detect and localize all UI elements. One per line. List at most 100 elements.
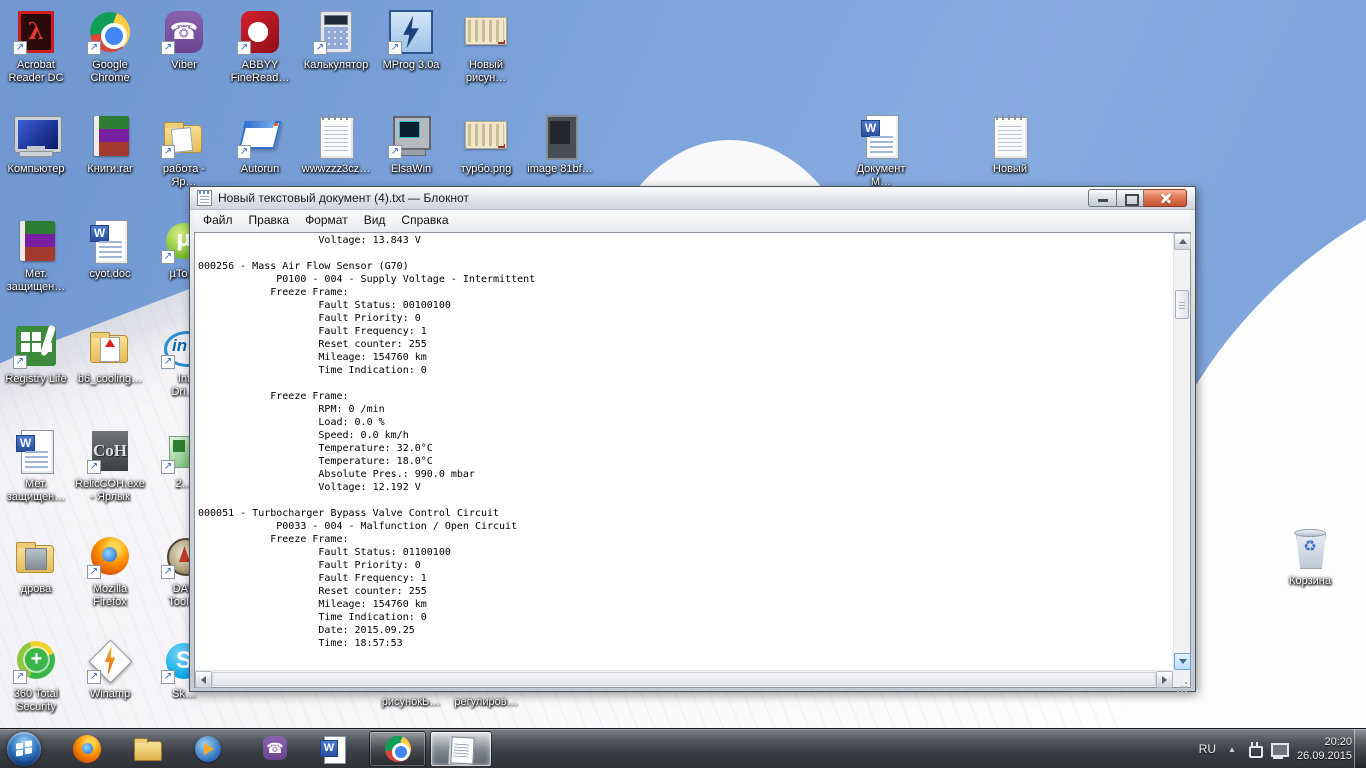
- show-desktop-button[interactable]: [1354, 729, 1366, 768]
- app-icon: [12, 322, 60, 370]
- desktop-icon-acrobat-reader[interactable]: Acrobat Reader DC: [0, 8, 72, 85]
- app-icon: [312, 8, 360, 56]
- desktop-icon-viber[interactable]: Viber: [148, 8, 220, 72]
- app-icon: [312, 112, 360, 160]
- desktop-icon-registry-life[interactable]: Registry Life: [0, 322, 72, 386]
- taskbar-word[interactable]: [313, 731, 353, 767]
- desktop-icon-elsawin[interactable]: ElsaWin: [375, 112, 447, 176]
- desktop-icon-mozilla-firefox[interactable]: Mozilla Firefox: [74, 532, 146, 609]
- taskbar-notepad[interactable]: [430, 731, 492, 767]
- start-button[interactable]: [5, 731, 43, 767]
- taskbar-viber[interactable]: [255, 731, 295, 767]
- app-icon: [12, 8, 60, 56]
- menu-item[interactable]: Формат: [297, 211, 356, 229]
- desktop-icon-label: Новый: [993, 163, 1027, 176]
- clock[interactable]: 20:20 26.09.2015: [1297, 735, 1352, 763]
- taskbar-app-icon: [132, 734, 162, 764]
- desktop-icon-label: Калькулятор: [304, 59, 368, 72]
- window-title: Новый текстовый документ (4).txt — Блокн…: [218, 191, 469, 205]
- app-icon: [387, 112, 435, 160]
- desktop-icon-knigi-rar[interactable]: Книги.rar: [74, 112, 146, 176]
- desktop-icon-calculator[interactable]: Калькулятор: [300, 8, 372, 72]
- network-icon[interactable]: [1271, 742, 1287, 756]
- shortcut-arrow-icon: [161, 460, 175, 474]
- language-indicator[interactable]: RU: [1199, 742, 1216, 756]
- desktop-icon-abbyy-finereader[interactable]: ABBYY FineRead…: [224, 8, 296, 85]
- taskbar-chrome[interactable]: [369, 731, 426, 767]
- taskbar-app-icon: [318, 734, 348, 764]
- menu-item[interactable]: Файл: [195, 211, 241, 229]
- tray-time: 20:20: [1324, 736, 1352, 748]
- menu-item[interactable]: Вид: [356, 211, 394, 229]
- desktop-icon-label: Acrobat Reader DC: [8, 59, 63, 85]
- shortcut-arrow-icon: [87, 460, 101, 474]
- shortcut-arrow-icon: [87, 670, 101, 684]
- desktop-icon-dokument[interactable]: Документ М…: [845, 112, 917, 189]
- close-button[interactable]: [1144, 189, 1187, 207]
- taskbar-explorer[interactable]: [127, 731, 167, 767]
- minimize-button[interactable]: [1088, 189, 1117, 207]
- desktop-icon-label: cyot.doc: [90, 268, 131, 281]
- app-icon: [462, 8, 510, 56]
- desktop-icon-new-picture[interactable]: Новый рисун…: [450, 8, 522, 85]
- desktop-icon-b6-cooling[interactable]: b6_cooling…: [74, 322, 146, 386]
- shortcut-arrow-icon: [13, 670, 27, 684]
- desktop-icon-label: 360 Total Security: [14, 688, 58, 714]
- notepad-text[interactable]: Voltage: 13.843 V 000256 - Mass Air Flow…: [195, 233, 1173, 670]
- menu-item[interactable]: Правка: [241, 211, 298, 229]
- desktop-icon-computer[interactable]: Компьютер: [0, 112, 72, 176]
- menu-item[interactable]: Справка: [393, 211, 456, 229]
- horizontal-scrollbar[interactable]: [195, 670, 1173, 687]
- desktop-icon-reliccoh[interactable]: RelicCOH.exe - Ярлык: [74, 427, 146, 504]
- system-tray: RU ▲ 20:20 26.09.2015: [1199, 729, 1352, 768]
- desktop-icon-rabota[interactable]: работа - Яр…: [148, 112, 220, 189]
- taskbar-app-icon: [193, 734, 223, 764]
- notepad-app-icon: [197, 190, 212, 206]
- power-plug-icon[interactable]: [1248, 742, 1261, 756]
- desktop-icon-turbo-png[interactable]: турбо.png: [450, 112, 522, 176]
- app-icon: [12, 112, 60, 160]
- desktop-icon-autorun[interactable]: Autorun: [224, 112, 296, 176]
- desktop-icon-novy-txt[interactable]: Новый: [974, 112, 1046, 176]
- shortcut-arrow-icon: [161, 565, 175, 579]
- app-icon: [86, 8, 134, 56]
- up-arrow-icon: [1179, 239, 1187, 244]
- scroll-right-button[interactable]: [1156, 671, 1173, 688]
- vertical-scroll-thumb[interactable]: [1175, 290, 1189, 319]
- desktop-icon-google-chrome[interactable]: Google Chrome: [74, 8, 146, 85]
- desktop-icon-drova[interactable]: дрова: [0, 532, 72, 596]
- desktop-icon-met-zashchishchen-rar[interactable]: Мет. защищен…: [0, 217, 72, 294]
- taskbar-media-player[interactable]: [188, 731, 228, 767]
- desktop-icon-met-zashchishchen-doc[interactable]: Мет. защищен…: [0, 427, 72, 504]
- taskbar-app-icon: [446, 734, 476, 764]
- desktop-icon-360-total-security[interactable]: 360 Total Security: [0, 637, 72, 714]
- app-icon: [387, 8, 435, 56]
- app-icon: [857, 112, 905, 160]
- tray-expand-icon[interactable]: ▲: [1226, 745, 1238, 754]
- vertical-scrollbar[interactable]: [1173, 233, 1190, 670]
- desktop-icon-label: RelicCOH.exe - Ярлык: [75, 478, 145, 504]
- app-icon: [986, 112, 1034, 160]
- desktop-icon-recycle-bin[interactable]: Корзина: [1274, 524, 1346, 588]
- desktop-icon-label: Google Chrome: [90, 59, 129, 85]
- desktop-icon-label: Winamp: [90, 688, 130, 701]
- desktop-icon-image-81bf[interactable]: image 81bf…: [524, 112, 596, 176]
- app-icon: [236, 112, 284, 160]
- desktop-icon-winamp[interactable]: Winamp: [74, 637, 146, 701]
- horizontal-scroll-thumb[interactable]: [212, 672, 1156, 686]
- desktop-icon-wwwzzz3cz[interactable]: wwwzzz3cz…: [300, 112, 372, 176]
- desktop-icon-mprog[interactable]: MProg 3.0a: [375, 8, 447, 72]
- down-arrow-icon: [1179, 659, 1187, 664]
- desktop-icon-cyot-doc[interactable]: cyot.doc: [74, 217, 146, 281]
- scroll-left-button[interactable]: [195, 671, 212, 688]
- maximize-button[interactable]: [1117, 189, 1144, 207]
- left-arrow-icon: [201, 676, 206, 684]
- shortcut-arrow-icon: [388, 145, 402, 159]
- app-icon: [236, 8, 284, 56]
- title-bar[interactable]: Новый текстовый документ (4).txt — Блокн…: [190, 187, 1195, 210]
- scroll-down-button[interactable]: [1174, 653, 1191, 670]
- taskbar-firefox[interactable]: [67, 731, 107, 767]
- shortcut-arrow-icon: [237, 41, 251, 55]
- scroll-up-button[interactable]: [1174, 233, 1191, 250]
- resize-grip[interactable]: [1173, 670, 1190, 687]
